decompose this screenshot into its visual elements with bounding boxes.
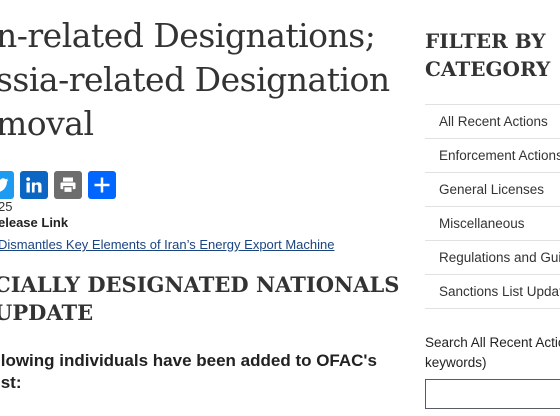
page-title-line-3: moval	[0, 104, 94, 143]
search-label-line-1: Search All Recent Actions	[425, 335, 560, 350]
category-general-licenses[interactable]: General Licenses	[425, 173, 560, 207]
category-sanctions-list-updates[interactable]: Sanctions List Updates	[425, 275, 560, 309]
share-button[interactable]	[88, 171, 116, 199]
body-paragraph-line-2: ist:	[0, 373, 22, 392]
category-regulations-and-guidance[interactable]: Regulations and Guidance	[425, 241, 560, 275]
category-miscellaneous[interactable]: Miscellaneous	[425, 207, 560, 241]
page-title: n-related Designations; ssia-related Des…	[0, 14, 400, 146]
search-label-line-2: keywords)	[425, 355, 487, 370]
share-buttons	[0, 171, 116, 199]
filter-title-line-1: FILTER BY	[425, 29, 546, 53]
search-input[interactable]	[425, 379, 560, 409]
press-release-link-label: elease Link	[0, 215, 69, 230]
print-icon	[60, 177, 76, 194]
filter-by-category-heading: FILTER BY CATEGORY	[425, 27, 550, 83]
body-paragraph-line-1: llowing individuals have been added to O…	[0, 351, 377, 370]
section-heading: CIALLY DESIGNATED NATIONALS UPDATE	[0, 271, 400, 327]
filter-title-line-2: CATEGORY	[425, 57, 551, 81]
main-content: n-related Designations; ssia-related Des…	[0, 0, 400, 416]
section-heading-line-2: UPDATE	[0, 300, 94, 325]
category-enforcement-actions[interactable]: Enforcement Actions	[425, 139, 560, 173]
search-label: Search All Recent Actions keywords)	[425, 333, 560, 373]
section-heading-line-1: CIALLY DESIGNATED NATIONALS	[0, 272, 400, 297]
twitter-share-button[interactable]	[0, 171, 14, 199]
linkedin-share-button[interactable]	[20, 171, 48, 199]
linkedin-icon	[26, 177, 42, 193]
category-all-recent-actions[interactable]: All Recent Actions	[425, 105, 560, 139]
page-title-line-1: n-related Designations;	[0, 16, 376, 55]
body-paragraph: llowing individuals have been added to O…	[0, 350, 400, 394]
related-press-release-link[interactable]: Dismantles Key Elements of Iran’s Energy…	[0, 237, 334, 252]
sidebar: FILTER BY CATEGORY All Recent Actions En…	[408, 0, 560, 416]
share-icon	[94, 177, 110, 193]
page-title-line-2: ssia-related Designation	[0, 60, 390, 99]
print-button[interactable]	[54, 171, 82, 199]
category-list: All Recent Actions Enforcement Actions G…	[425, 104, 560, 309]
publish-date: 25	[0, 199, 13, 214]
twitter-icon	[0, 178, 9, 192]
